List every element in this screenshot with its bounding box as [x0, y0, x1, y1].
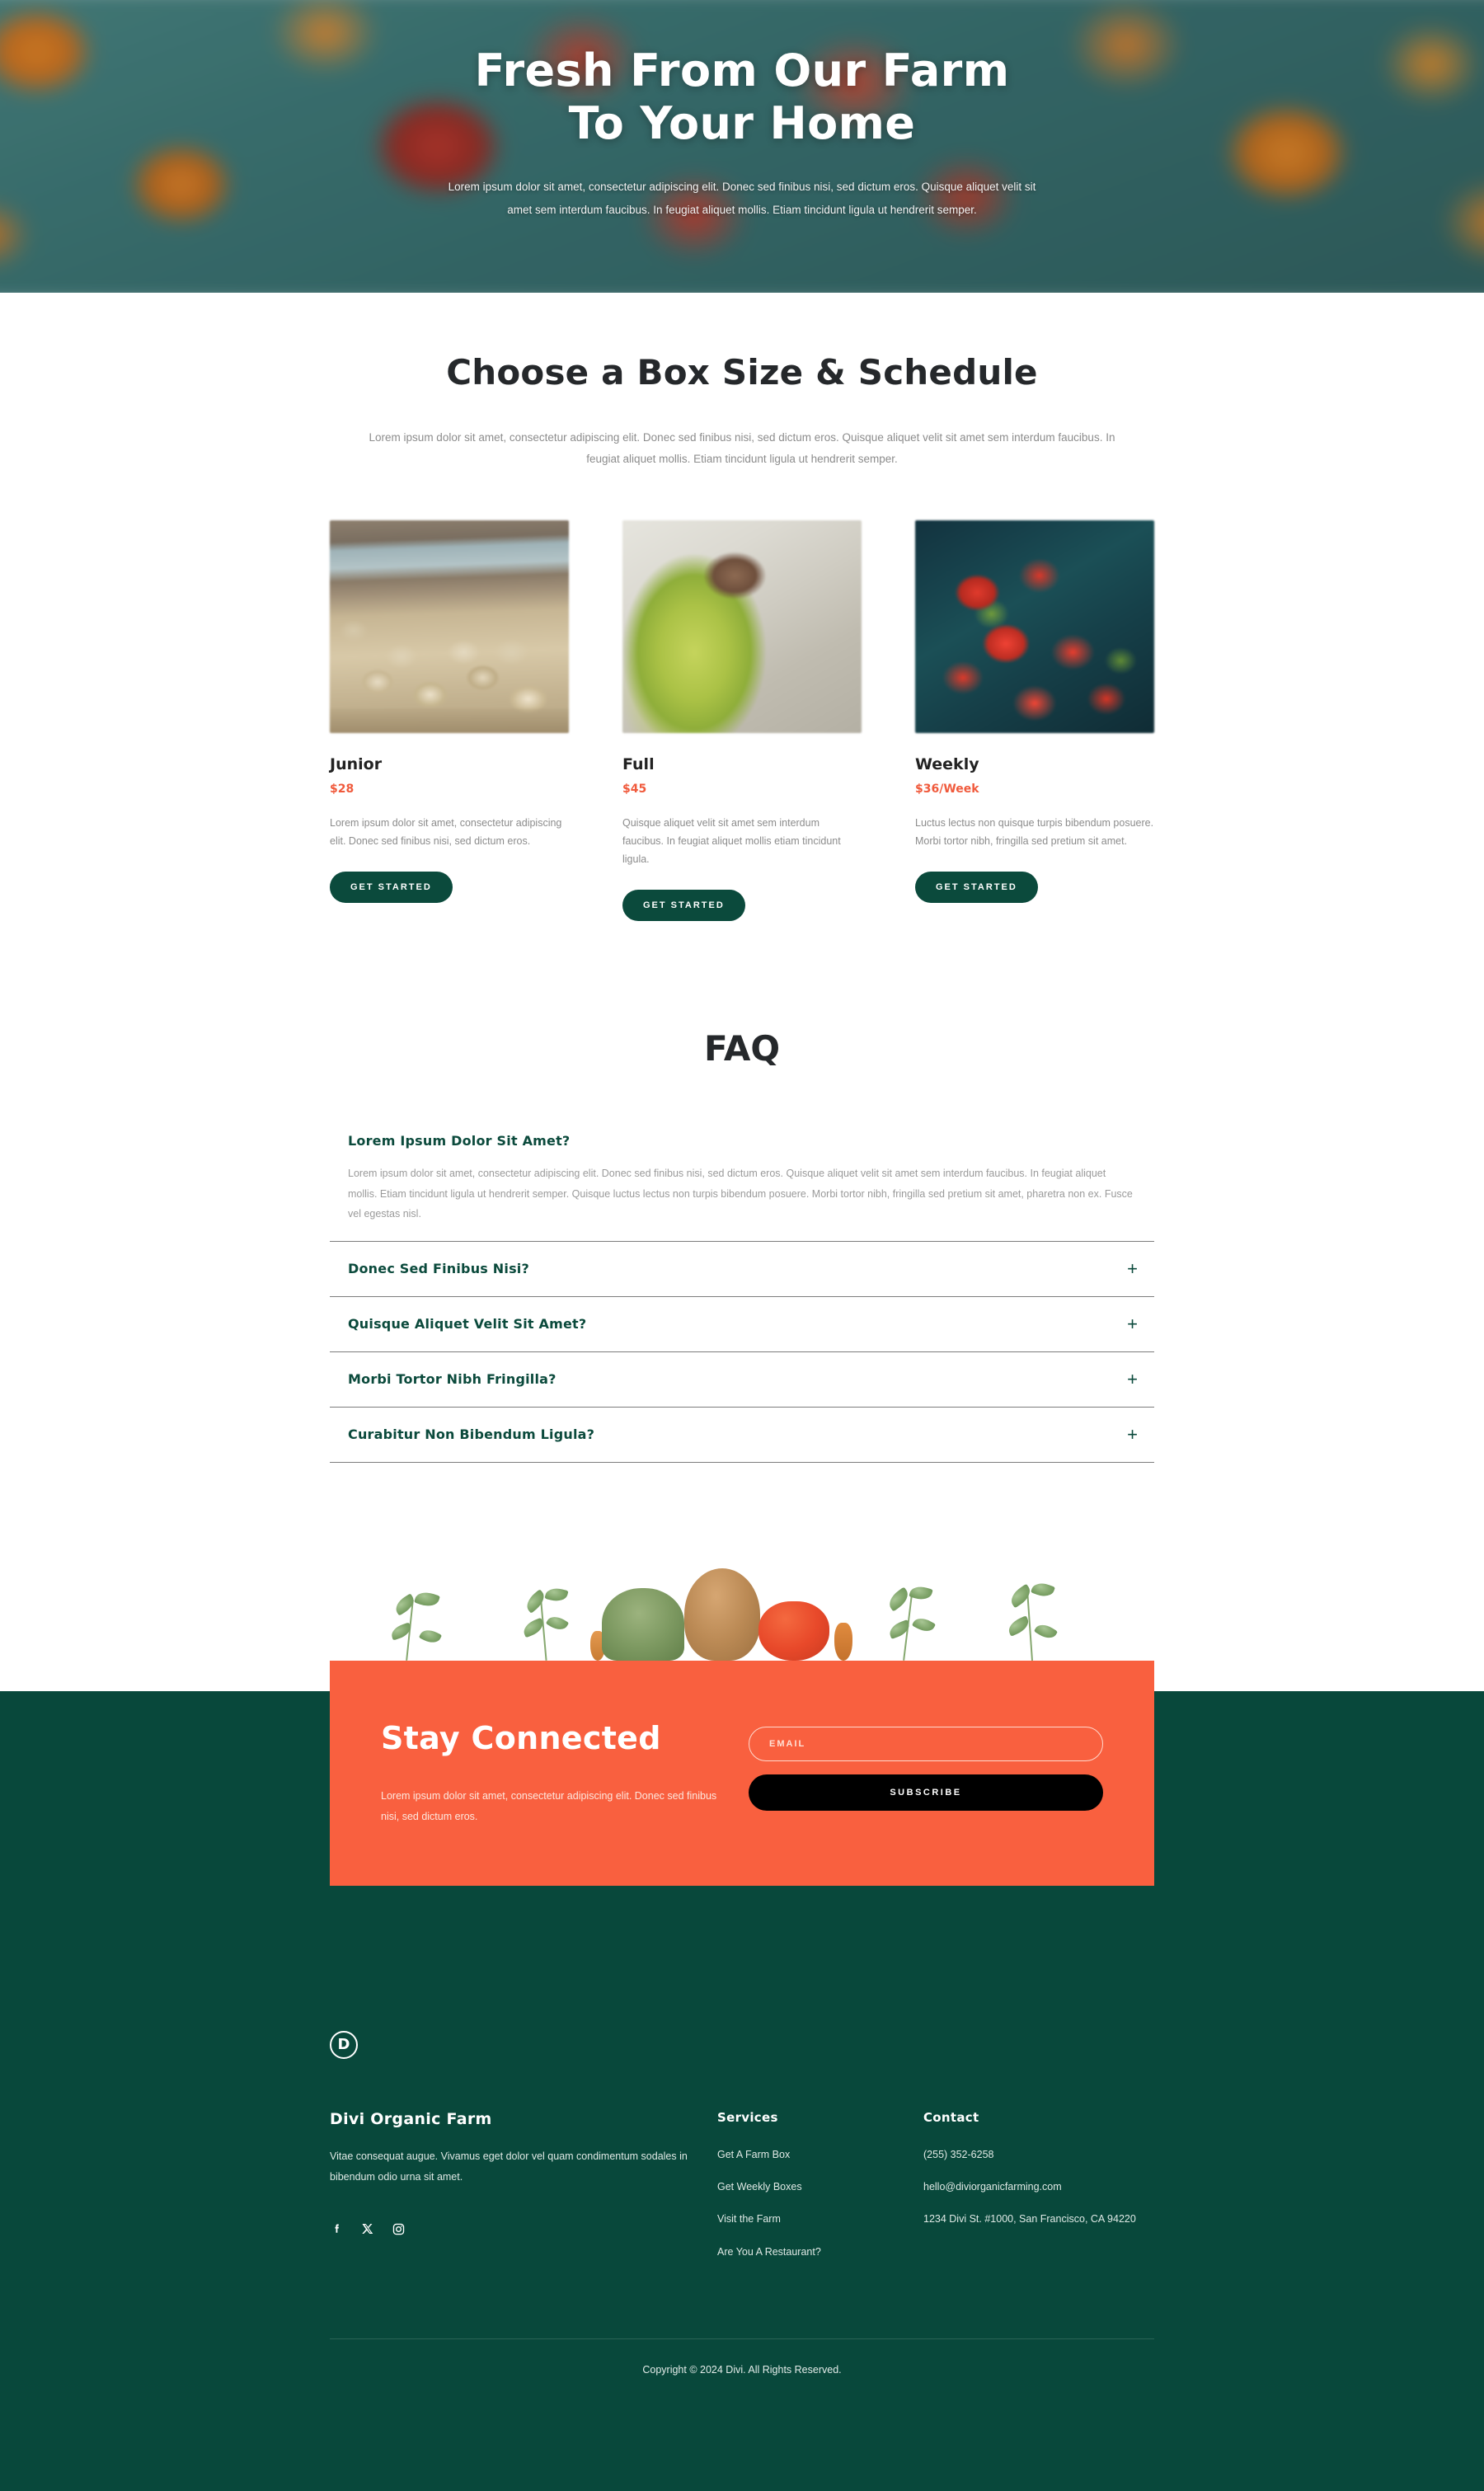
footer-columns: Divi Organic Farm Vitae consequat augue.… — [330, 2110, 1154, 2261]
footer-contact-address[interactable]: 1234 Divi St. #1000, San Francisco, CA 9… — [923, 2211, 1154, 2228]
faq-item[interactable]: Donec Sed Finibus Nisi? + — [330, 1242, 1154, 1297]
pricing-card-image-peppers — [915, 519, 1154, 733]
faq-accordion: Lorem Ipsum Dolor Sit Amet? Lorem ipsum … — [330, 1115, 1154, 1463]
get-started-button[interactable]: GET STARTED — [915, 872, 1038, 904]
box-size-section: Choose a Box Size & Schedule Lorem ipsum… — [0, 293, 1484, 922]
pricing-card-image-broccoli — [622, 519, 862, 733]
faq-item[interactable]: Lorem Ipsum Dolor Sit Amet? Lorem ipsum … — [330, 1115, 1154, 1242]
pricing-card-price: $28 — [330, 782, 355, 796]
faq-question-row[interactable]: Donec Sed Finibus Nisi? + — [348, 1242, 1154, 1296]
faq-question-row[interactable]: Curabitur Non Bibendum Ligula? + — [348, 1408, 1154, 1462]
x-twitter-icon[interactable] — [361, 2222, 374, 2235]
faq-question: Lorem Ipsum Dolor Sit Amet? — [348, 1133, 571, 1149]
get-started-button[interactable]: GET STARTED — [622, 890, 745, 922]
footer-link-are-you-a-restaurant[interactable]: Are You A Restaurant? — [717, 2244, 923, 2261]
pricing-card: Full $45 Quisque aliquet velit sit amet … — [622, 519, 862, 922]
pricing-card: Junior $28 Lorem ipsum dolor sit amet, c… — [330, 519, 569, 922]
faq-question: Quisque Aliquet Velit Sit Amet? — [348, 1316, 587, 1332]
faq-question: Morbi Tortor Nibh Fringilla? — [348, 1371, 556, 1387]
hero-section: Fresh From Our Farm To Your Home Lorem i… — [0, 0, 1484, 293]
pricing-card-description: Luctus lectus non quisque turpis bibendu… — [915, 816, 1154, 847]
social-links — [330, 2222, 717, 2236]
faq-plus-icon[interactable]: + — [1127, 1314, 1138, 1333]
pricing-card-name: Junior — [330, 754, 383, 773]
vegetable-illustration — [330, 1562, 1154, 1661]
faq-question-row[interactable]: Quisque Aliquet Velit Sit Amet? + — [348, 1297, 1154, 1351]
footer-contact-title: Contact — [923, 2109, 979, 2125]
footer-link-get-weekly-boxes[interactable]: Get Weekly Boxes — [717, 2178, 923, 2196]
footer-link-visit-the-farm[interactable]: Visit the Farm — [717, 2211, 923, 2228]
footer-brand-title: Divi Organic Farm — [330, 2109, 492, 2128]
footer-contact-column: Contact (255) 352-6258 hello@diviorganic… — [923, 2110, 1154, 2261]
faq-section: FAQ Lorem Ipsum Dolor Sit Amet? Lorem ip… — [0, 921, 1484, 1463]
divi-logo-icon: D — [330, 2030, 358, 2059]
newsletter-section: Stay Connected Lorem ipsum dolor sit ame… — [330, 1660, 1154, 1886]
get-started-button[interactable]: GET STARTED — [330, 872, 453, 904]
newsletter-description: Lorem ipsum dolor sit amet, consectetur … — [381, 1789, 717, 1823]
faq-title: FAQ — [703, 1028, 781, 1069]
faq-item[interactable]: Curabitur Non Bibendum Ligula? + — [330, 1408, 1154, 1463]
pricing-card: Weekly $36/Week Luctus lectus non quisqu… — [915, 519, 1154, 922]
pricing-card-description: Lorem ipsum dolor sit amet, consectetur … — [330, 816, 562, 847]
email-input[interactable] — [749, 1726, 1103, 1761]
landing-page: Fresh From Our Farm To Your Home Lorem i… — [0, 0, 1484, 2491]
pricing-card-price: $36/Week — [915, 782, 979, 796]
pricing-card-image-potatoes — [330, 519, 569, 733]
footer-services-title: Services — [717, 2109, 778, 2125]
box-section-title: Choose a Box Size & Schedule — [446, 352, 1038, 392]
hero-subtitle: Lorem ipsum dolor sit amet, consectetur … — [448, 181, 1036, 217]
faq-plus-icon[interactable]: + — [1127, 1259, 1138, 1278]
newsletter-title: Stay Connected — [381, 1719, 661, 1756]
newsletter-form: SUBSCRIBE — [749, 1712, 1103, 1811]
footer-link-get-a-farm-box[interactable]: Get A Farm Box — [717, 2146, 923, 2164]
pricing-card-description: Quisque aliquet velit sit amet sem inter… — [622, 816, 841, 866]
hero-title-line-2: To Your Home — [568, 96, 916, 149]
faq-plus-icon[interactable]: + — [1127, 1370, 1138, 1389]
pricing-card-list: Junior $28 Lorem ipsum dolor sit amet, c… — [330, 519, 1154, 922]
faq-question-row[interactable]: Morbi Tortor Nibh Fringilla? + — [348, 1352, 1154, 1407]
subscribe-button[interactable]: SUBSCRIBE — [749, 1774, 1103, 1811]
facebook-icon[interactable] — [330, 2222, 344, 2236]
hero-title: Fresh From Our Farm To Your Home — [0, 45, 1484, 149]
footer-brand-column: Divi Organic Farm Vitae consequat augue.… — [330, 2110, 717, 2261]
footer-contact-phone[interactable]: (255) 352-6258 — [923, 2146, 1154, 2164]
faq-answer: Lorem ipsum dolor sit amet, consectetur … — [348, 1168, 1133, 1220]
footer-contact-email[interactable]: hello@diviorganicfarming.com — [923, 2178, 1154, 2196]
pricing-card-name: Full — [622, 754, 655, 773]
faq-item[interactable]: Morbi Tortor Nibh Fringilla? + — [330, 1352, 1154, 1408]
copyright-text: Copyright © 2024 Divi. All Rights Reserv… — [642, 2363, 842, 2376]
footer-services-column: Services Get A Farm Box Get Weekly Boxes… — [717, 2110, 923, 2261]
newsletter-copy: Stay Connected Lorem ipsum dolor sit ame… — [381, 1712, 735, 1828]
box-section-subtitle: Lorem ipsum dolor sit amet, consectetur … — [369, 431, 1115, 466]
pricing-card-price: $45 — [622, 782, 647, 796]
pricing-card-name: Weekly — [915, 754, 979, 773]
faq-plus-icon[interactable]: + — [1127, 1425, 1138, 1444]
footer-brand-text: Vitae consequat augue. Vivamus eget dolo… — [330, 2150, 688, 2183]
faq-question: Donec Sed Finibus Nisi? — [348, 1261, 529, 1276]
faq-question-row[interactable]: Lorem Ipsum Dolor Sit Amet? — [348, 1115, 1154, 1167]
faq-item[interactable]: Quisque Aliquet Velit Sit Amet? + — [330, 1297, 1154, 1352]
instagram-icon[interactable] — [392, 2222, 406, 2236]
hero-title-line-1: Fresh From Our Farm — [474, 45, 1010, 96]
faq-question: Curabitur Non Bibendum Ligula? — [348, 1426, 595, 1442]
